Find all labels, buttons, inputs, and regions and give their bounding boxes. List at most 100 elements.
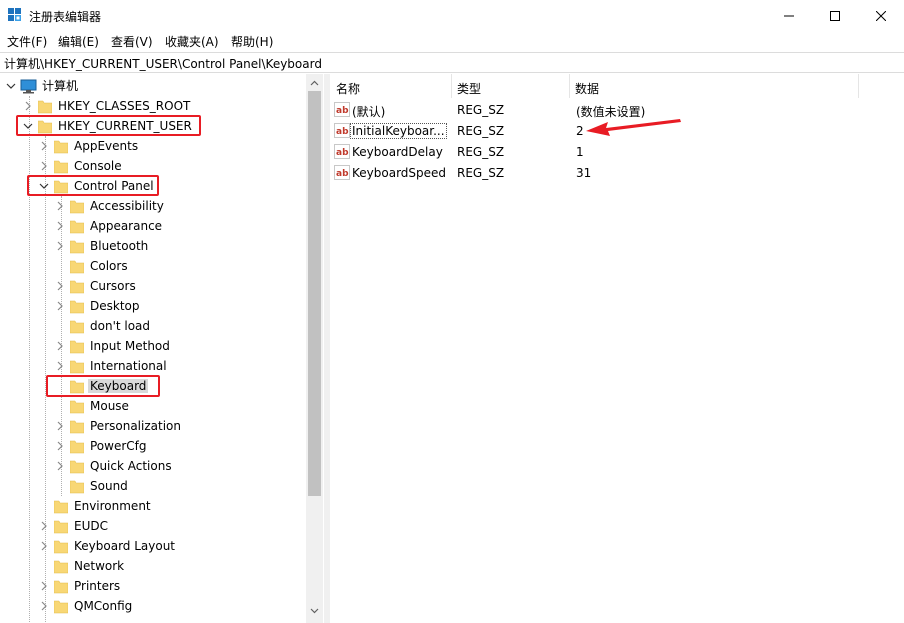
tree-item-appevents[interactable]: AppEvents (0, 136, 306, 156)
chevron-right-icon[interactable] (54, 238, 66, 254)
tree-item-colors[interactable]: Colors (0, 256, 306, 276)
scroll-down-button[interactable] (306, 602, 323, 619)
column-header-name[interactable]: 名称 (330, 74, 451, 98)
value-row[interactable]: ab KeyboardDelay REG_SZ 1 (330, 141, 904, 162)
scroll-up-button[interactable] (306, 74, 323, 91)
close-button[interactable] (858, 0, 904, 31)
tree-label: Desktop (90, 299, 140, 313)
chevron-right-icon[interactable] (54, 218, 66, 234)
menu-bar: 文件(F) 编辑(E) 查看(V) 收藏夹(A) 帮助(H) (0, 31, 904, 51)
tree-label: QMConfig (74, 599, 133, 613)
chevron-right-icon[interactable] (38, 138, 50, 154)
maximize-icon (830, 10, 840, 21)
chevron-right-icon[interactable] (54, 198, 66, 214)
address-path[interactable]: 计算机\HKEY_CURRENT_USER\Control Panel\Keyb… (4, 55, 322, 72)
tree-label: Cursors (90, 279, 136, 293)
menu-view[interactable]: 查看(V) (111, 33, 153, 50)
chevron-right-icon[interactable] (22, 98, 34, 114)
chevron-right-icon[interactable] (54, 418, 66, 434)
folder-icon (70, 460, 84, 474)
minimize-button[interactable] (766, 0, 812, 31)
string-value-icon: ab (334, 144, 350, 159)
value-name: KeyboardSpeed (352, 166, 447, 180)
tree-item-quick-actions[interactable]: Quick Actions (0, 456, 306, 476)
chevron-right-icon[interactable] (54, 298, 66, 314)
tree-item-powercfg[interactable]: PowerCfg (0, 436, 306, 456)
folder-icon (54, 600, 68, 614)
title-bar: 注册表编辑器 (0, 0, 904, 31)
chevron-right-icon[interactable] (38, 538, 50, 554)
tree-item-network[interactable]: Network (0, 556, 306, 576)
menu-help[interactable]: 帮助(H) (231, 33, 273, 50)
chevron-right-icon[interactable] (38, 518, 50, 534)
value-data: 31 (576, 166, 592, 180)
tree-item-console[interactable]: Console (0, 156, 306, 176)
folder-icon (70, 480, 84, 494)
chevron-right-icon[interactable] (54, 458, 66, 474)
annotation-arrow-icon (586, 119, 681, 136)
chevron-right-icon[interactable] (38, 598, 50, 614)
scroll-thumb[interactable] (308, 91, 321, 496)
tree-label: Keyboard Layout (74, 539, 176, 553)
menu-file[interactable]: 文件(F) (7, 33, 47, 50)
chevron-right-icon[interactable] (54, 278, 66, 294)
regedit-icon (8, 8, 21, 21)
folder-icon (70, 360, 84, 374)
folder-icon (54, 160, 68, 174)
tree-item-dont-load[interactable]: don't load (0, 316, 306, 336)
address-bar[interactable]: 计算机\HKEY_CURRENT_USER\Control Panel\Keyb… (0, 52, 904, 73)
tree-item-eudc[interactable]: EUDC (0, 516, 306, 536)
chevron-down-icon[interactable] (5, 78, 17, 94)
tree-item-keyboard-layout[interactable]: Keyboard Layout (0, 536, 306, 556)
value-row[interactable]: ab KeyboardSpeed REG_SZ 31 (330, 162, 904, 183)
svg-text:ab: ab (336, 169, 349, 179)
menu-favorites[interactable]: 收藏夹(A) (165, 33, 219, 50)
folder-icon (70, 440, 84, 454)
tree-item-environment[interactable]: Environment (0, 496, 306, 516)
chevron-right-icon[interactable] (54, 438, 66, 454)
tree-item-qmconfig[interactable]: QMConfig (0, 596, 306, 616)
chevron-right-icon[interactable] (38, 158, 50, 174)
tree-item-input-method[interactable]: Input Method (0, 336, 306, 356)
column-header-label: 类型 (457, 82, 482, 96)
key-tree[interactable]: 计算机 HKEY_CLASSES_ROOT HKEY_CURRENT_USER … (0, 74, 324, 623)
values-list[interactable]: 名称 类型 数据 ab (默认) REG_SZ (数值未设置) ab Initi… (330, 74, 904, 623)
tree-item-computer[interactable]: 计算机 (0, 76, 306, 96)
folder-icon (70, 340, 84, 354)
chevron-right-icon[interactable] (38, 578, 50, 594)
menu-edit[interactable]: 编辑(E) (58, 33, 99, 50)
folder-icon (70, 400, 84, 414)
chevron-up-icon (310, 80, 319, 85)
chevron-right-icon[interactable] (54, 338, 66, 354)
column-separator[interactable] (858, 74, 859, 98)
computer-icon (20, 79, 37, 94)
chevron-right-icon[interactable] (54, 358, 66, 374)
column-header-data[interactable]: 数据 (569, 74, 858, 98)
tree-item-personalization[interactable]: Personalization (0, 416, 306, 436)
svg-text:ab: ab (336, 106, 349, 116)
tree-item-desktop[interactable]: Desktop (0, 296, 306, 316)
tree-item-appearance[interactable]: Appearance (0, 216, 306, 236)
value-type: REG_SZ (457, 103, 505, 117)
tree-scrollbar[interactable] (306, 74, 323, 623)
tree-item-hkcr[interactable]: HKEY_CLASSES_ROOT (0, 96, 306, 116)
tree-item-cursors[interactable]: Cursors (0, 276, 306, 296)
folder-icon (70, 220, 84, 234)
folder-icon (70, 260, 84, 274)
tree-item-international[interactable]: International (0, 356, 306, 376)
tree-item-mouse[interactable]: Mouse (0, 396, 306, 416)
tree-item-bluetooth[interactable]: Bluetooth (0, 236, 306, 256)
highlight-box-keyboard (46, 375, 160, 397)
value-name: KeyboardDelay (352, 145, 443, 159)
tree-label: Input Method (90, 339, 170, 353)
value-type: REG_SZ (457, 124, 505, 138)
tree-label: International (90, 359, 167, 373)
close-icon (876, 10, 886, 21)
tree-item-sound[interactable]: Sound (0, 476, 306, 496)
tree-item-accessibility[interactable]: Accessibility (0, 196, 306, 216)
tree-item-printers[interactable]: Printers (0, 576, 306, 596)
svg-text:ab: ab (336, 127, 349, 137)
column-header-type[interactable]: 类型 (451, 74, 569, 98)
tree-label: Console (74, 159, 122, 173)
maximize-button[interactable] (812, 0, 858, 31)
